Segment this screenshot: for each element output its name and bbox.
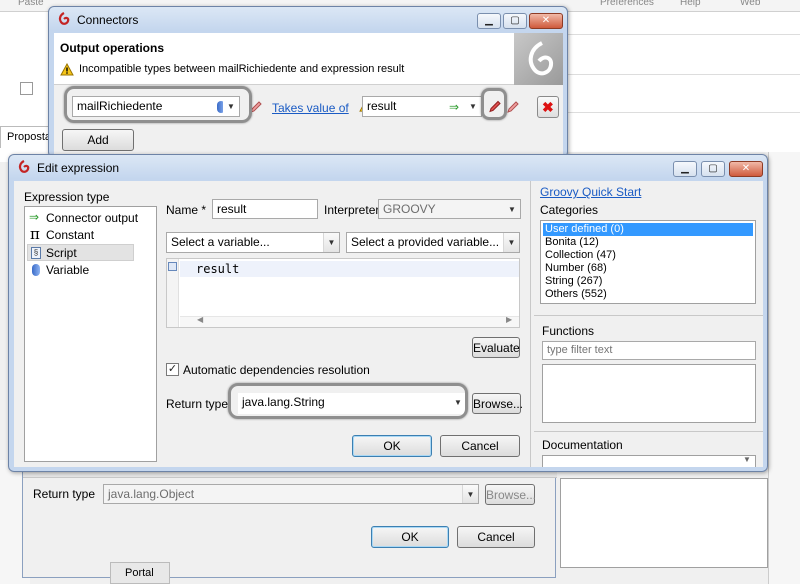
toolbar-label-help[interactable]: Help — [680, 0, 701, 8]
name-label: Name * — [166, 203, 207, 217]
interpreter-label: Interpreter — [324, 203, 380, 217]
edit-expression-title: Edit expression — [37, 161, 120, 175]
background-right-pane — [568, 12, 800, 152]
scroll-left-icon[interactable]: ◀ — [197, 315, 203, 324]
functions-list — [542, 364, 756, 423]
documentation-label: Documentation — [542, 438, 623, 452]
auto-deps-label: Automatic dependencies resolution — [183, 363, 370, 377]
functions-label: Functions — [542, 324, 595, 338]
editor-horizontal-scrollbar[interactable]: ◀ ▶ — [180, 315, 519, 327]
remove-operation-button[interactable]: ✖ — [537, 96, 559, 118]
add-button[interactable]: Add — [62, 129, 134, 151]
close-button[interactable]: ✕ — [729, 161, 763, 177]
collapse-marker-icon[interactable] — [168, 262, 177, 271]
highlight-edit-pencil — [481, 88, 507, 120]
bonita-logo-icon — [58, 12, 70, 25]
chevron-down-icon: ▼ — [462, 485, 478, 503]
background-right-strip — [768, 152, 800, 584]
categories-list: User defined (0) Bonita (12) Collection … — [540, 220, 756, 304]
select-variable-combo[interactable]: Select a variable... ▼ — [166, 232, 340, 253]
category-others[interactable]: Others (552) — [543, 288, 753, 301]
browse-button[interactable]: Browse... — [472, 393, 523, 414]
warning-icon — [60, 63, 74, 76]
script-editor[interactable]: result ◀ ▶ — [166, 258, 520, 328]
functions-separator — [534, 315, 763, 316]
evaluate-button[interactable]: Evaluate — [472, 337, 520, 358]
scroll-down-icon[interactable]: ▼ — [743, 455, 751, 464]
toolbar-label-web[interactable]: Web — [740, 0, 760, 8]
underlying-cancel-button[interactable]: Cancel — [457, 526, 535, 548]
connectors-title: Connectors — [77, 13, 139, 27]
toolbar-label-preferences[interactable]: Preferences — [600, 0, 654, 8]
categories-label: Categories — [540, 203, 599, 217]
underlying-return-type-label: Return type — [33, 487, 96, 501]
delete-icon: ✖ — [542, 99, 554, 115]
documentation-panel: ▼ — [542, 455, 756, 467]
chevron-down-icon: ▼ — [504, 200, 520, 218]
pi-icon: π — [30, 225, 40, 243]
pencil-icon[interactable] — [506, 100, 520, 114]
underlying-right-panel — [560, 478, 768, 568]
expression-type-list: ⇒ Connector output π Constant § Script V… — [24, 206, 157, 462]
bonita-banner-icon — [514, 33, 563, 85]
warning-message: Incompatible types between mailRichieden… — [79, 63, 405, 75]
edit-expression-titlebar[interactable]: Edit expression ▁ ▢ ✕ — [9, 155, 767, 181]
category-collection[interactable]: Collection (47) — [543, 249, 753, 262]
takes-value-link[interactable]: Takes value of — [272, 101, 349, 115]
underlying-dialog: Return type java.lang.Object ▼ Browse...… — [22, 462, 557, 578]
underlying-return-type-combo: java.lang.Object ▼ — [103, 484, 479, 504]
maximize-button[interactable]: ▢ — [503, 13, 527, 29]
underlying-ok-button[interactable]: OK — [371, 526, 449, 548]
connector-output-icon: ⇒ — [29, 210, 40, 224]
scroll-right-icon[interactable]: ▶ — [506, 315, 512, 324]
chevron-down-icon: ▼ — [503, 233, 519, 252]
type-item-script[interactable]: § Script — [27, 244, 134, 261]
type-item-variable[interactable]: Variable — [27, 262, 154, 278]
background-checkbox[interactable] — [20, 82, 33, 95]
connectors-window: Connectors ▁ ▢ ✕ Output operations Incom… — [48, 6, 568, 158]
groovy-quick-start-link[interactable]: Groovy Quick Start — [540, 185, 641, 199]
close-button[interactable]: ✕ — [529, 13, 563, 29]
chevron-down-icon: ▼ — [323, 233, 339, 252]
category-bonita[interactable]: Bonita (12) — [543, 236, 753, 249]
select-provided-variable-combo[interactable]: Select a provided variable... ▼ — [346, 232, 520, 253]
underlying-browse-button: Browse... — [485, 484, 536, 505]
minimize-button[interactable]: ▁ — [673, 161, 697, 177]
bonita-logo-icon — [18, 160, 30, 173]
expression-type-label: Expression type — [24, 190, 110, 204]
background-tab-proposta[interactable]: Proposta — [0, 126, 52, 148]
auto-deps-checkbox[interactable]: ✓ — [166, 363, 179, 376]
category-string[interactable]: String (267) — [543, 275, 753, 288]
category-user-defined[interactable]: User defined (0) — [543, 223, 753, 236]
return-type-label: Return type — [166, 397, 229, 411]
documentation-separator — [534, 431, 763, 432]
script-text: result — [196, 262, 240, 276]
background-portal-tab[interactable]: Portal — [110, 562, 170, 584]
section-title: Output operations — [60, 41, 164, 55]
name-input[interactable]: result — [212, 199, 318, 219]
minimize-button[interactable]: ▁ — [477, 13, 501, 29]
type-item-constant[interactable]: π Constant — [27, 225, 154, 243]
toolbar-label-paste[interactable]: Paste — [18, 0, 44, 8]
edit-expression-client: Expression type ⇒ Connector output π Con… — [14, 181, 763, 467]
editor-gutter — [167, 259, 179, 327]
type-item-connector-output[interactable]: ⇒ Connector output — [27, 210, 154, 226]
script-icon: § — [31, 247, 41, 259]
highlight-return-type — [228, 383, 468, 419]
chevron-down-icon: ▼ — [465, 97, 481, 116]
connector-output-icon: ⇒ — [449, 100, 460, 114]
cancel-button[interactable]: Cancel — [440, 435, 520, 457]
source-expression-combo[interactable]: result ⇒ ▼ — [362, 96, 482, 117]
variable-icon — [32, 264, 40, 276]
category-number[interactable]: Number (68) — [543, 262, 753, 275]
right-column-divider — [530, 181, 531, 467]
ok-button[interactable]: OK — [352, 435, 432, 457]
edit-expression-window: Edit expression ▁ ▢ ✕ Expression type ⇒ … — [8, 154, 768, 472]
connectors-titlebar[interactable]: Connectors ▁ ▢ ✕ — [49, 7, 567, 33]
interpreter-combo: GROOVY ▼ — [378, 199, 521, 219]
maximize-button[interactable]: ▢ — [701, 161, 725, 177]
highlight-target-combo — [64, 86, 252, 123]
function-filter-input[interactable] — [542, 341, 756, 360]
connectors-header: Output operations Incompatible types bet… — [54, 33, 563, 85]
